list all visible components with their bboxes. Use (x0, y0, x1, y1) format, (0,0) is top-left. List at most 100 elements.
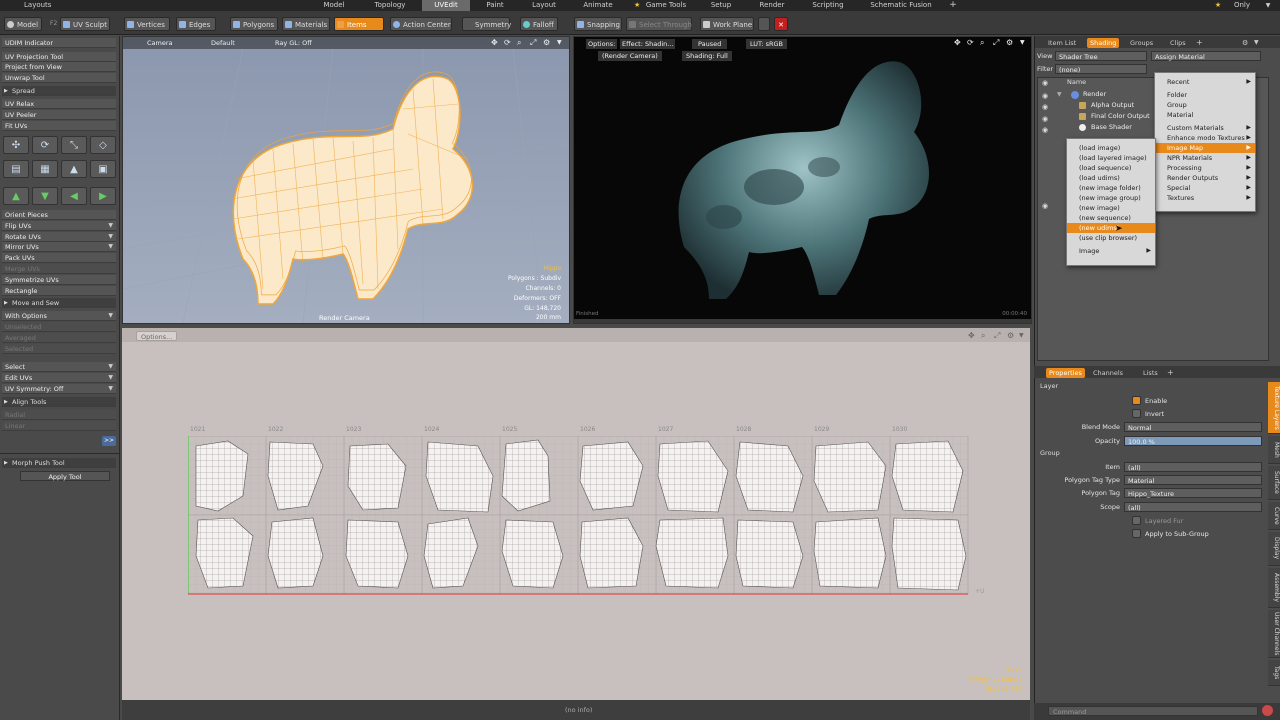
tree-item-final-color-output[interactable]: Final Color Output (1091, 112, 1150, 120)
edges-button[interactable]: Edges (176, 17, 216, 31)
menu-render-outputs[interactable]: Render Outputs ▶ (1155, 173, 1255, 183)
mirror-uvs-button[interactable]: Mirror UVs ▼ (2, 242, 116, 252)
polygon-tag-dropdown[interactable]: Hippo_Texture (1124, 488, 1262, 498)
arrow-right-icon[interactable]: ▶ (90, 187, 116, 205)
arrow-left-icon[interactable]: ◀ (61, 187, 87, 205)
tab-lists[interactable]: Lists (1140, 368, 1161, 378)
layer-section[interactable]: Layer (1040, 382, 1058, 390)
menu-recent[interactable]: Recent ▶ (1155, 77, 1255, 87)
tab-setup[interactable]: Setup (704, 0, 738, 11)
menu-material[interactable]: Material (1155, 110, 1255, 120)
falloff-button[interactable]: Falloff (520, 17, 558, 31)
uv-cylinder-icon[interactable]: ▤ (3, 160, 29, 178)
unwrap-tool-button[interactable]: Unwrap Tool (2, 73, 116, 83)
averaged-button[interactable]: Averaged (2, 333, 116, 343)
select-dropdown[interactable]: Select ▼ (2, 362, 116, 372)
stop-icon[interactable]: ✕ (774, 17, 788, 31)
tab-render[interactable]: Render (754, 0, 790, 11)
rotate-view-icon[interactable]: ⟳ (504, 38, 511, 48)
uv-sculpt-button[interactable]: UV Sculpt (60, 17, 110, 31)
menu-new-image-group[interactable]: (new image group) (1067, 193, 1155, 203)
selected-button[interactable]: Selected (2, 344, 116, 354)
uv-relax-button[interactable]: UV Relax (2, 99, 116, 109)
only-toggle[interactable]: Only (1230, 0, 1254, 11)
udim-indicator-button[interactable]: UDIM Indicator (2, 38, 116, 48)
command-input[interactable]: Command (1048, 706, 1258, 716)
linear-button[interactable]: Linear (2, 421, 116, 431)
zoom-icon[interactable]: ⌕ (981, 331, 985, 341)
wireframe-viewport[interactable]: Camera Default Ray GL: Off ✥ ⟳ ⌕ ⤢ ⚙ ▼ H… (122, 36, 570, 324)
tab-animate[interactable]: Animate (578, 0, 618, 11)
menu-load-sequence[interactable]: (load sequence) (1067, 163, 1155, 173)
invert-checkbox[interactable] (1132, 409, 1141, 418)
action-center-button[interactable]: Action Center (390, 17, 452, 31)
flip-uvs-button[interactable]: Flip UVs ▼ (2, 221, 116, 231)
uv-projection-tool-button[interactable]: UV Projection Tool (2, 52, 116, 62)
uv-symmetry-dropdown[interactable]: UV Symmetry: Off ▼ (2, 384, 116, 394)
enable-checkbox[interactable] (1132, 396, 1141, 405)
radial-button[interactable]: Radial (2, 410, 116, 420)
layouts-menu[interactable]: Layouts (0, 0, 51, 11)
tab-clips[interactable]: Clips (1167, 38, 1189, 48)
side-tab-mesh[interactable]: Mesh (1268, 436, 1280, 464)
uv-peeler-button[interactable]: UV Peeler (2, 110, 116, 120)
menu-image-map[interactable]: Image Map ▶ (1155, 143, 1255, 153)
rotate-uvs-button[interactable]: Rotate UVs ▼ (2, 232, 116, 242)
menu-use-clip-browser[interactable]: (use clip browser) (1067, 233, 1155, 243)
unselected-button[interactable]: Unselected (2, 322, 116, 332)
select-through-button[interactable]: Select Through (626, 17, 692, 31)
morph-push-section[interactable]: ▶ Morph Push Tool (2, 458, 116, 468)
chevron-down-icon[interactable]: ▼ (1019, 332, 1024, 339)
side-tab-curve[interactable]: Curve (1268, 502, 1280, 530)
tab-schematic-fusion[interactable]: Schematic Fusion (866, 0, 936, 11)
arrow-down-icon[interactable]: ▼ (32, 187, 58, 205)
menu-load-udims[interactable]: (load udims) (1067, 173, 1155, 183)
orient-pieces-button[interactable]: Orient Pieces (2, 210, 116, 220)
uv-plane-icon[interactable]: ▦ (32, 160, 58, 178)
eye-icon[interactable]: ◉ (1041, 126, 1049, 134)
item-dropdown[interactable]: (all) (1124, 462, 1262, 472)
raygl-dropdown[interactable]: Ray GL: Off (275, 38, 312, 48)
menu-group[interactable]: Group (1155, 100, 1255, 110)
project-from-view-button[interactable]: Project from View (2, 62, 116, 72)
with-options-button[interactable]: With Options ▼ (2, 311, 116, 321)
apply-tool-button[interactable]: Apply Tool (20, 471, 110, 481)
tab-channels[interactable]: Channels (1090, 368, 1126, 378)
menu-new-sequence[interactable]: (new sequence) (1067, 213, 1155, 223)
chevron-down-icon[interactable]: ▼ (1251, 38, 1262, 48)
uv-cube-icon[interactable]: ◇ (90, 136, 116, 154)
tree-item-base-shader[interactable]: Base Shader (1091, 123, 1132, 131)
uv-grid-icon[interactable]: ▣ (90, 160, 116, 178)
tab-scripting[interactable]: Scripting (806, 0, 850, 11)
tab-paint[interactable]: Paint (480, 0, 510, 11)
opacity-slider[interactable]: 100.0 % (1124, 436, 1262, 446)
fit-uvs-button[interactable]: Fit UVs (2, 121, 116, 131)
shading-dropdown[interactable]: Default (211, 38, 235, 48)
side-tab-texture-layers[interactable]: Texture Layers (1268, 382, 1280, 434)
symmetry-button[interactable]: Symmetry (462, 17, 511, 31)
tab-topology[interactable]: Topology (368, 0, 412, 11)
filter-dropdown[interactable]: (none) (1055, 64, 1147, 74)
gear-icon[interactable]: ⚙ (543, 38, 550, 48)
star-icon[interactable]: ★ (1214, 0, 1222, 11)
tab-item-list[interactable]: Item List (1045, 38, 1079, 48)
eye-icon[interactable]: ◉ (1041, 79, 1049, 87)
move-view-icon[interactable]: ✥ (491, 38, 498, 48)
side-tab-assembly[interactable]: Assembly (1268, 568, 1280, 608)
menu-special[interactable]: Special ▶ (1155, 183, 1255, 193)
menu-custom-materials[interactable]: Custom Materials ▶ (1155, 123, 1255, 133)
scope-dropdown[interactable]: (all) (1124, 502, 1262, 512)
camera-dropdown[interactable]: Camera (147, 38, 173, 48)
tab-uvedit[interactable]: UVEdit (422, 0, 470, 11)
spread-section[interactable]: ▶ Spread (2, 86, 116, 96)
add-tab-button[interactable]: + (1193, 38, 1206, 48)
menu-image[interactable]: Image ▶ (1067, 246, 1155, 256)
render-preview-viewport[interactable]: Options: Effect: Shadin... Paused LUT: s… (573, 36, 1032, 324)
eye-icon[interactable]: ◉ (1041, 202, 1049, 210)
expand-arrow-icon[interactable]: ▼ (1057, 91, 1065, 99)
move-and-sew-section[interactable]: ▶ Move and Sew (2, 298, 116, 308)
zoom-icon[interactable]: ⌕ (517, 38, 521, 48)
chevron-down-icon[interactable]: ▼ (1262, 0, 1274, 11)
maximize-icon[interactable]: ⤢ (994, 331, 1000, 341)
arrow-up-icon[interactable]: ▲ (3, 187, 29, 205)
